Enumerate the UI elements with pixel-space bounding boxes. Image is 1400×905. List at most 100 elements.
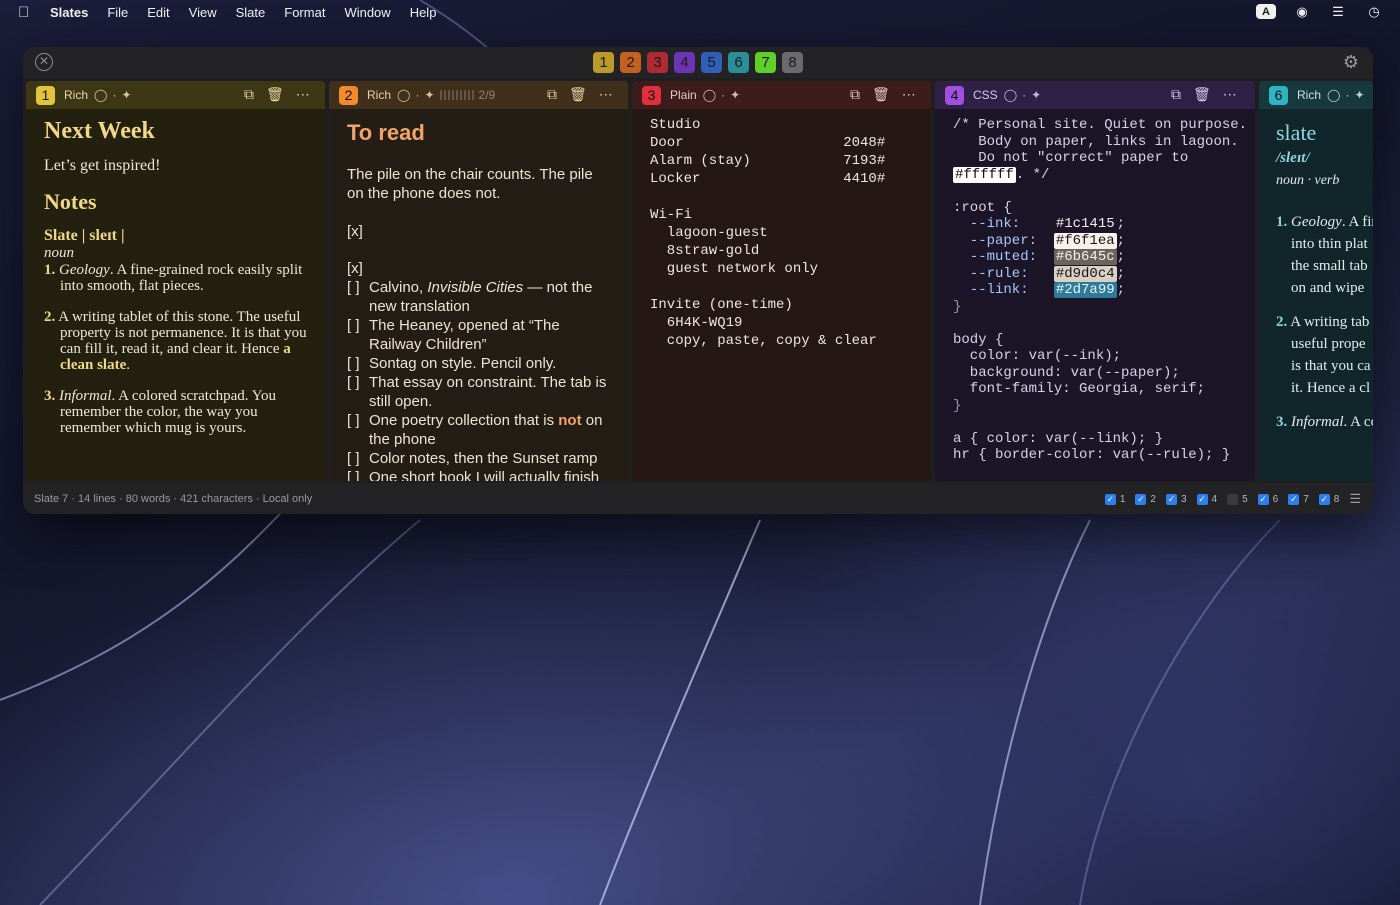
unchecked-box[interactable]: [ ] [347,316,369,354]
control-center-icon[interactable]: ☰ [1328,3,1348,20]
check-circle-icon[interactable]: ◯ [397,88,410,102]
dot-separator-icon: · [112,88,117,102]
trash-icon[interactable]: 🗑 [1193,86,1211,103]
slate-panel-6[interactable]: 6 Rich ◯ · ✦ slate /sleɪt/ noun · verb 1… [1259,81,1373,481]
check-circle-icon[interactable]: ◯ [94,88,107,102]
dot-separator-icon: · [721,88,726,102]
copy-icon[interactable]: ⧉ [1171,86,1181,103]
menu-slate[interactable]: Slate [236,5,266,20]
panel-content[interactable]: Studio Door 2048# Alarm (stay) 7193# Loc… [632,109,931,481]
panel-content[interactable]: slate /sleɪt/ noun · verb 1. Geology. A … [1259,109,1373,481]
copy-icon[interactable]: ⧉ [850,86,860,103]
panel-content[interactable]: To read The pile on the chair counts. Th… [329,109,628,481]
tab-8[interactable]: 8 [782,52,803,73]
checkbox-icon[interactable]: ✓ [1196,493,1208,505]
mode-label[interactable]: Rich [1297,88,1321,102]
sparkle-icon[interactable]: ✦ [121,88,131,102]
toggle-slate-8[interactable]: ✓ 8 [1318,493,1339,505]
unchecked-box[interactable]: [ ] [347,449,369,468]
toggle-slate-4[interactable]: ✓ 4 [1196,493,1217,505]
copy-icon[interactable]: ⧉ [244,86,254,103]
more-icon[interactable]: ⋯ [296,86,310,103]
tab-6[interactable]: 6 [728,52,749,73]
copy-icon[interactable]: ⧉ [547,86,557,103]
text-line [650,279,913,297]
checkbox-icon[interactable]: ✓ [1318,493,1330,505]
menu-window[interactable]: Window [344,5,390,20]
sparkle-icon[interactable]: ✦ [424,88,434,102]
slate-panel-3[interactable]: 3 Plain ◯ · ✦ ⧉ 🗑 ⋯ Studio Door 2048# Al… [632,81,931,481]
panel-content[interactable]: Next Week Let’s get inspired! Notes Slat… [26,109,325,481]
checklist-done-marker[interactable]: [x] [347,259,610,278]
checkbox-icon[interactable]: ✓ [1165,493,1177,505]
tab-7[interactable]: 7 [755,52,776,73]
toggle-slate-7[interactable]: ✓ 7 [1288,493,1309,505]
checkbox-icon[interactable]: ✓ [1135,493,1147,505]
slate-panel-4[interactable]: 4 CSS ◯ · ✦ ⧉ 🗑 ⋯ /* Personal site. Quie… [935,81,1255,481]
sparkle-icon[interactable]: ✦ [1354,88,1364,102]
toggle-slate-6[interactable]: ✓ 6 [1257,493,1278,505]
close-icon[interactable]: ✕ [35,53,53,71]
menu-file[interactable]: File [107,5,128,20]
unchecked-box[interactable]: [ ] [347,354,369,373]
checklist-item[interactable]: [ ] One poetry collection that is not on … [347,411,610,449]
mode-label[interactable]: Plain [670,88,697,102]
trash-icon[interactable]: 🗑 [872,86,890,103]
menu-format[interactable]: Format [284,5,325,20]
tab-1[interactable]: 1 [593,52,614,73]
gear-icon[interactable]: ⚙ [1341,52,1361,72]
menu-app-name[interactable]: Slates [50,5,88,20]
unchecked-box[interactable]: [ ] [347,278,369,316]
toggle-slate-5[interactable]: 5 [1227,493,1248,505]
list-icon[interactable]: ☰ [1349,491,1361,507]
menu-edit[interactable]: Edit [147,5,169,20]
panel-content[interactable]: /* Personal site. Quiet on purpose. Body… [935,109,1255,481]
check-circle-icon[interactable]: ◯ [1327,88,1340,102]
unchecked-box[interactable]: [ ] [347,411,369,449]
check-circle-icon[interactable]: ◯ [1004,88,1017,102]
clock-icon[interactable]: ◷ [1364,3,1384,20]
checklist-item[interactable]: [ ] The Heaney, opened at “The Railway Ch… [347,316,610,354]
checklist-item[interactable]: [ ] One short book I will actually finish [347,468,610,481]
item-text: One short book I will actually finish [369,469,600,481]
sparkle-icon[interactable]: ✦ [1031,88,1041,102]
mode-label[interactable]: Rich [64,88,88,102]
trash-icon[interactable]: 🗑 [266,86,284,103]
checkbox-icon[interactable] [1227,493,1239,505]
checkbox-icon[interactable]: ✓ [1257,493,1269,505]
mode-label[interactable]: CSS [973,88,998,102]
code-brace: } [953,298,962,315]
checklist-item[interactable]: [ ] That essay on constraint. The tab is … [347,373,610,411]
unchecked-box[interactable]: [ ] [347,468,369,481]
more-icon[interactable]: ⋯ [902,86,916,103]
more-icon[interactable]: ⋯ [1223,86,1237,103]
item-text: Color notes, then the Sunset ramp [369,450,598,467]
apple-icon[interactable]:  [18,4,34,21]
menu-help[interactable]: Help [410,5,437,20]
checklist-done-marker[interactable]: [x] [347,222,610,241]
more-icon[interactable]: ⋯ [599,86,613,103]
tab-2[interactable]: 2 [620,52,641,73]
toggle-slate-1[interactable]: ✓ 1 [1104,493,1125,505]
checkbox-icon[interactable]: ✓ [1104,493,1116,505]
toggle-slate-2[interactable]: ✓ 2 [1135,493,1156,505]
toggle-slate-3[interactable]: ✓ 3 [1165,493,1187,505]
menu-view[interactable]: View [189,5,217,20]
input-source-icon[interactable]: A [1256,4,1276,19]
check-circle-icon[interactable]: ◯ [703,88,716,102]
wifi-icon[interactable]: ◉ [1292,3,1312,20]
checkbox-icon[interactable]: ✓ [1288,493,1300,505]
checklist-item[interactable]: [ ] Sontag on style. Pencil only. [347,354,610,373]
slate-panel-1[interactable]: 1 Rich ◯ · ✦ ⧉ 🗑 ⋯ Next Week Let’s get i… [26,81,325,481]
trash-icon[interactable]: 🗑 [569,86,587,103]
checklist-item[interactable]: [ ] Color notes, then the Sunset ramp [347,449,610,468]
mode-label[interactable]: Rich [367,88,391,102]
checklist-item[interactable]: [ ] Calvino, Invisible Cities — not the n… [347,278,610,316]
tab-3[interactable]: 3 [647,52,668,73]
tab-4[interactable]: 4 [674,52,695,73]
slate-panel-2[interactable]: 2 Rich ◯ · ✦ 2/9 ⧉ 🗑 ⋯ To read The pile … [329,81,628,481]
tab-5[interactable]: 5 [701,52,722,73]
unchecked-box[interactable]: [ ] [347,373,369,411]
sparkle-icon[interactable]: ✦ [730,88,740,102]
definition-line: the small tab [1291,258,1368,274]
